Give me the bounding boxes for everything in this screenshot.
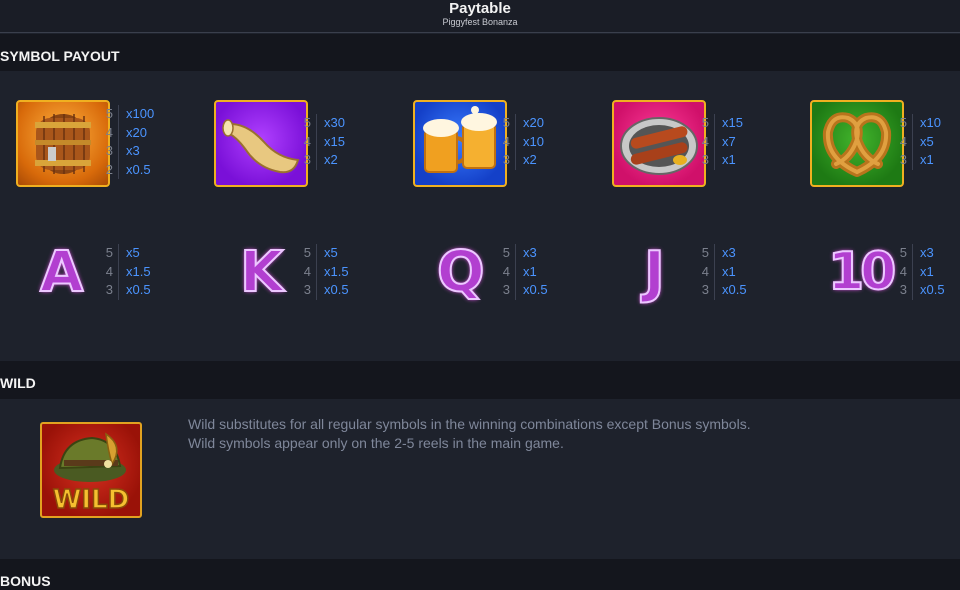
game-subtitle: Piggyfest Bonanza [442, 17, 518, 27]
sausages-icon [612, 100, 706, 187]
payout-list-barrel: 5 x100 4 x20 3 x3 2 x0.5 [106, 105, 154, 180]
symbol-cell-k: K 5 x5 4 x1.5 3 x0.5 [214, 239, 404, 340]
section-title-wild: WILD [0, 375, 36, 391]
beer-mugs-icon [413, 100, 507, 187]
page-title: Paytable [449, 0, 511, 17]
payout-list-beer: 5 x20 4 x10 3 x2 [503, 114, 544, 170]
symbol-cell-pretzel: 5 x10 4 x5 3 x1 [810, 100, 960, 200]
payout-list-j: 5 x3 4 x1 3 x0.5 [702, 244, 747, 300]
payout-list-pretzel: 5 x10 4 x5 3 x1 [900, 114, 941, 170]
symbol-cell-barrel: 5 x100 4 x20 3 x3 2 x0.5 [16, 100, 206, 200]
paytable-header: Paytable Piggyfest Bonanza [0, 0, 960, 33]
wild-hat-icon: WILD [40, 422, 142, 518]
section-title-symbol-payout: SYMBOL PAYOUT [0, 48, 120, 64]
section-bonus: BONUS [0, 559, 960, 590]
symbol-cell-sausages: 5 x15 4 x7 3 x1 [612, 100, 802, 200]
symbol-cell-a: A 5 x5 4 x1.5 3 x0.5 [16, 239, 206, 340]
letter-k-icon: K [239, 239, 284, 306]
symbol-cell-j: J 5 x3 4 x1 3 x0.5 [612, 239, 802, 340]
barrel-icon [16, 100, 110, 187]
symbol-cell-beer: 5 x20 4 x10 3 x2 [413, 100, 603, 200]
payout-list-a: 5 x5 4 x1.5 3 x0.5 [106, 244, 151, 300]
letter-j-icon: J [643, 239, 666, 306]
symbol-cell-horn: 5 x30 4 x15 3 x2 [214, 100, 404, 200]
wild-description-line-1: Wild substitutes for all regular symbols… [188, 416, 751, 432]
payout-list-q: 5 x3 4 x1 3 x0.5 [503, 244, 548, 300]
section-symbol-payout: SYMBOL PAYOUT [0, 34, 960, 71]
payout-list-sausages: 5 x15 4 x7 3 x1 [702, 114, 743, 170]
symbol-cell-q: Q 5 x3 4 x1 3 x0.5 [413, 239, 603, 340]
number-10-icon: 10 [827, 241, 897, 303]
section-title-bonus: BONUS [0, 573, 51, 589]
section-wild: WILD [0, 361, 960, 399]
wild-description-line-2: Wild symbols appear only on the 2-5 reel… [188, 434, 564, 451]
payout-list-horn: 5 x30 4 x15 3 x2 [304, 114, 345, 170]
letter-a-icon: A [39, 239, 84, 306]
wild-description: Wild substitutes for all regular symbols… [188, 415, 751, 452]
pretzel-icon [810, 100, 904, 187]
symbol-cell-10: 10 5 x3 4 x1 3 x0.5 [810, 240, 960, 340]
payout-list-10: 5 x3 4 x1 3 x0.5 [900, 244, 945, 300]
letter-q-icon: Q [436, 239, 486, 306]
horn-icon [214, 100, 308, 187]
payout-list-k: 5 x5 4 x1.5 3 x0.5 [304, 244, 349, 300]
svg-text:WILD: WILD [53, 485, 130, 515]
